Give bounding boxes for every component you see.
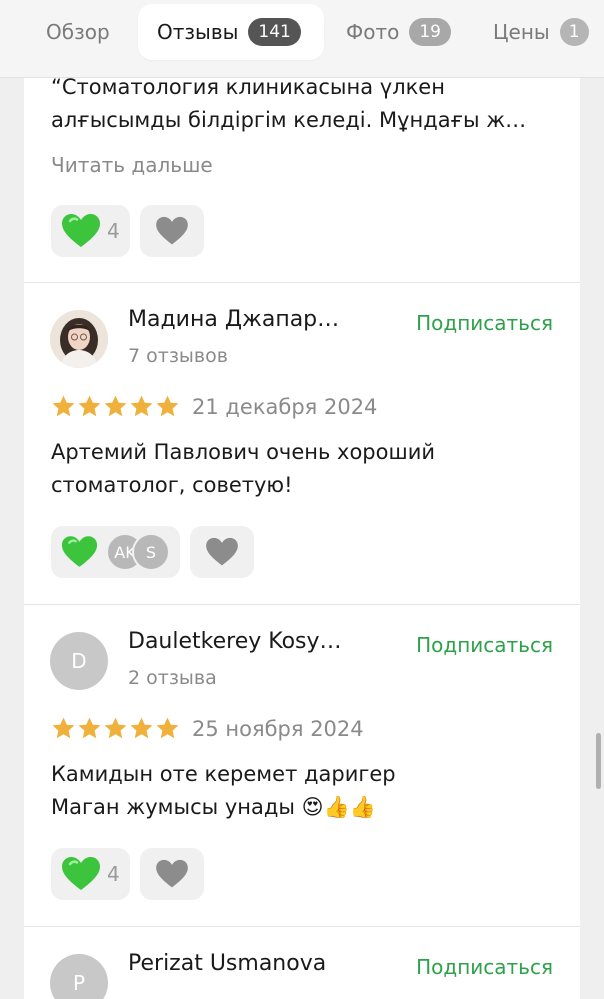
subscribe-button[interactable]: Подписаться [416, 955, 553, 979]
reviewer-name[interactable]: Мадина Джапар… [128, 307, 339, 332]
avatar[interactable]: D [50, 632, 108, 690]
review-card: Мадина Джапар… 7 отзывов Подписаться 21 … [24, 283, 580, 604]
avatar[interactable]: P [50, 954, 108, 999]
tab-reviews[interactable]: Отзывы 141 [138, 4, 324, 60]
review-text: “Стоматология клиникасына үлкен алғысымд… [51, 78, 527, 132]
reviews-count-badge: 141 [248, 18, 301, 46]
like-button[interactable]: 4 [51, 848, 130, 900]
tab-label: Отзывы [157, 20, 239, 44]
tab-label: Цены [493, 20, 550, 44]
star-icon [78, 717, 101, 739]
green-heart-icon [61, 536, 98, 567]
user-photo-icon [50, 310, 108, 368]
star-icon [156, 717, 179, 739]
review-card: P Perizat Usmanova Подписаться [24, 927, 580, 999]
heart-reaction-button[interactable] [140, 848, 204, 900]
heart-icon [156, 859, 188, 888]
reviewer-name[interactable]: Dauletkerey Kosy… [128, 629, 342, 654]
reviews-list: “Стоматология клиникасына үлкен алғысымд… [24, 78, 580, 999]
reviewer-review-count: 2 отзыва [128, 667, 217, 689]
star-icon [130, 395, 153, 417]
star-icon [52, 395, 75, 417]
reviewer-name[interactable]: Perizat Usmanova [128, 951, 326, 976]
liker-avatar: S [132, 533, 170, 571]
photos-count-badge: 19 [409, 18, 451, 46]
heart-icon [156, 216, 188, 245]
reviewer-review-count: 7 отзывов [128, 345, 228, 367]
review-card: “Стоматология клиникасына үлкен алғысымд… [24, 78, 580, 282]
like-count: 4 [107, 219, 120, 243]
star-icon [104, 717, 127, 739]
tab-bar: Обзор Отзывы 141 Фото 19 Цены 1 [0, 0, 604, 78]
tab-label: Обзор [46, 20, 110, 44]
likers-avatars: AK S [106, 533, 170, 571]
review-date: 21 декабря 2024 [192, 395, 378, 419]
like-count: 4 [107, 862, 120, 886]
scrollbar[interactable] [596, 733, 601, 789]
avatar[interactable] [50, 310, 108, 368]
review-text: Камидын оте керемет даригер Маган жумысы… [51, 762, 396, 819]
review-card: D Dauletkerey Kosy… 2 отзыва Подписаться… [24, 605, 580, 926]
review-date: 25 ноября 2024 [192, 717, 364, 741]
like-button[interactable]: 4 [51, 205, 130, 257]
green-heart-icon [62, 857, 100, 890]
like-button[interactable]: AK S [51, 526, 180, 578]
star-icon [156, 395, 179, 417]
heart-reaction-button[interactable] [190, 526, 254, 578]
rating-stars [51, 394, 181, 419]
read-more-link[interactable]: Читать дальше [51, 153, 213, 177]
star-icon [78, 395, 101, 417]
heart-reaction-button[interactable] [140, 205, 204, 257]
subscribe-button[interactable]: Подписаться [416, 633, 553, 657]
tab-prices[interactable]: Цены 1 [493, 4, 589, 60]
star-icon [130, 717, 153, 739]
green-heart-icon [62, 214, 100, 247]
subscribe-button[interactable]: Подписаться [416, 311, 553, 335]
tab-label: Фото [346, 20, 400, 44]
star-icon [52, 717, 75, 739]
review-text: Артемий Павлович очень хороший стоматоло… [51, 440, 435, 497]
rating-stars [51, 716, 181, 741]
tab-photos[interactable]: Фото 19 [346, 4, 451, 60]
heart-icon [206, 537, 238, 566]
tab-overview[interactable]: Обзор [30, 4, 126, 60]
star-icon [104, 395, 127, 417]
prices-count-badge: 1 [559, 18, 589, 46]
